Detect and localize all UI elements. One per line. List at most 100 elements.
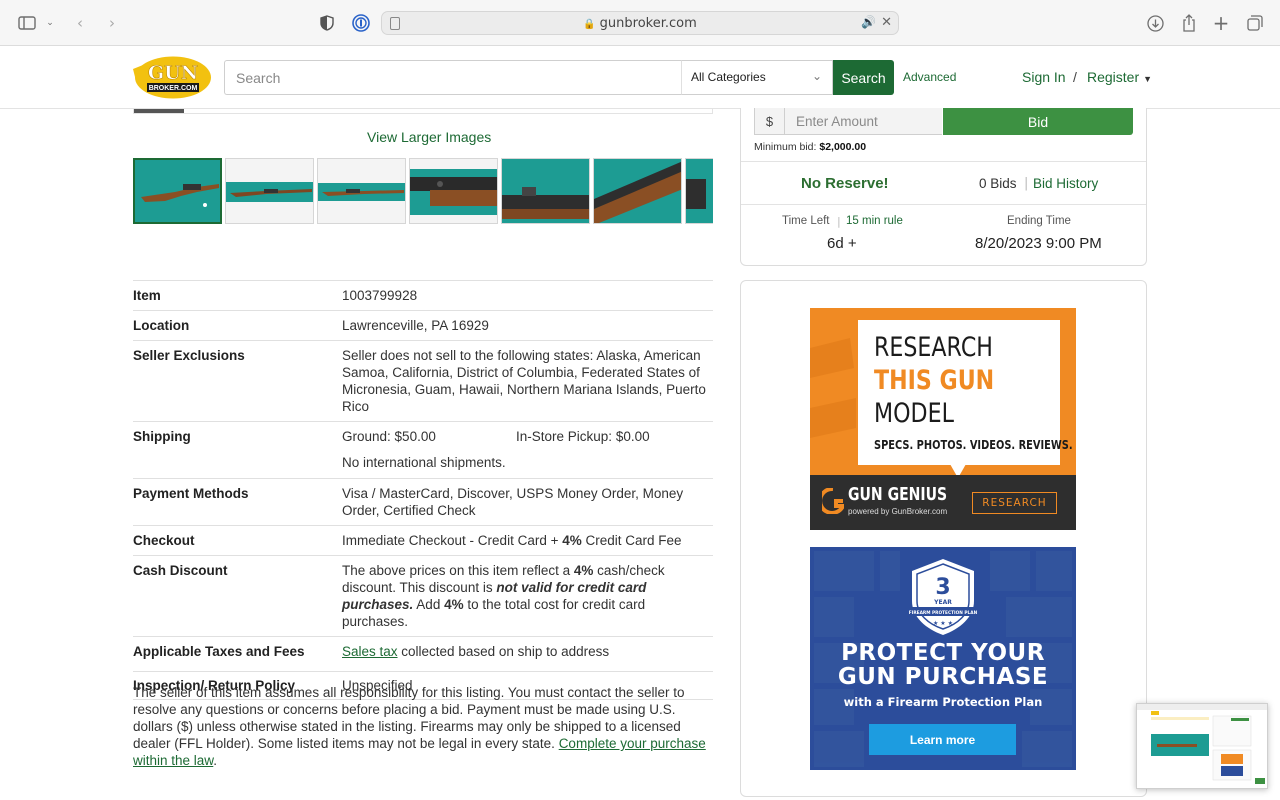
- svg-text:BROKER.COM: BROKER.COM: [149, 85, 198, 92]
- screenshot-preview-image-icon: [1137, 704, 1267, 788]
- main-image-frame: [133, 109, 713, 114]
- search-button[interactable]: Search: [833, 60, 894, 95]
- divider: |: [1024, 176, 1029, 191]
- detail-row-taxes: Applicable Taxes and Fees Sales tax coll…: [133, 636, 713, 671]
- address-bar[interactable]: 🔒 gunbroker.com 🔊 ✕: [381, 11, 899, 35]
- category-select-value: All Categories: [691, 70, 766, 84]
- shipping-ground: Ground: $50.00: [342, 428, 516, 445]
- cash-pct: 4%: [573, 563, 594, 578]
- ad-headline: RESEARCH: [874, 332, 993, 363]
- back-icon[interactable]: ‹: [69, 12, 91, 34]
- detail-row-shipping: Shipping Ground: $50.00 In-Store Pickup:…: [133, 421, 713, 478]
- shipping-options: Ground: $50.00 In-Store Pickup: $0.00: [342, 428, 713, 445]
- ad-footer-band: GUN GENIUS powered by GunBroker.com RESE…: [810, 475, 1076, 530]
- thumbnail-3[interactable]: [317, 158, 406, 224]
- sidebar-toggle-icon[interactable]: [16, 12, 38, 34]
- close-tab-icon[interactable]: ✕: [881, 15, 892, 30]
- svg-text:GUN: GUN: [148, 62, 198, 84]
- time-left-value: 6d +: [827, 235, 857, 252]
- minimum-bid-label: Minimum bid:: [754, 141, 817, 153]
- forward-icon[interactable]: ›: [101, 12, 123, 34]
- payment-value: Visa / MasterCard, Discover, USPS Money …: [342, 486, 684, 518]
- detail-row-item: Item 1003799928: [133, 280, 713, 310]
- shield-icon[interactable]: [316, 12, 338, 34]
- bid-amount-group: $: [754, 108, 942, 135]
- ad-brand-sub: powered by GunBroker.com: [848, 507, 948, 516]
- bid-button[interactable]: Bid: [943, 108, 1133, 135]
- legal-disclaimer: The seller of this item assumes all resp…: [133, 684, 713, 769]
- item-number: 1003799928: [342, 288, 418, 303]
- shipping-value: Ground: $50.00 In-Store Pickup: $0.00 No…: [342, 428, 713, 471]
- gun-genius-logo-icon: [822, 488, 844, 514]
- search-input[interactable]: [224, 60, 682, 95]
- fifteen-min-rule-link[interactable]: 15 min rule: [846, 215, 903, 227]
- svg-text:YEAR: YEAR: [933, 599, 952, 606]
- view-larger-images-link[interactable]: View Larger Images: [367, 129, 491, 145]
- chevron-down-icon: ⌄: [811, 69, 822, 83]
- new-tab-icon[interactable]: +: [1210, 11, 1232, 35]
- location-value: Lawrenceville, PA 16929: [342, 318, 489, 333]
- svg-text:★ ★ ★: ★ ★ ★: [933, 620, 953, 627]
- password-manager-icon[interactable]: [350, 12, 372, 34]
- bids-count: 0 Bids: [979, 176, 1017, 191]
- screenshot-preview[interactable]: [1136, 703, 1268, 789]
- shipping-ground-price: $50.00: [394, 429, 436, 444]
- detail-row-checkout: Checkout Immediate Checkout - Credit Car…: [133, 525, 713, 555]
- gun-genius-ad[interactable]: RESEARCH THIS GUN MODEL SPECS. PHOTOS. V…: [810, 308, 1076, 530]
- register-link[interactable]: Register ▼: [1087, 69, 1152, 85]
- category-select[interactable]: All Categories ⌄: [681, 60, 833, 95]
- currency-symbol: $: [755, 108, 785, 134]
- shipping-pickup-price: $0.00: [615, 429, 650, 444]
- chevron-down-icon[interactable]: ⌄: [39, 12, 61, 34]
- divider: |: [837, 215, 841, 228]
- site-header: GUN BROKER.COM All Categories ⌄ Search A…: [0, 46, 1280, 109]
- thumbnail-5[interactable]: [501, 158, 590, 224]
- ad-headline: THIS GUN: [874, 365, 995, 396]
- detail-label: Shipping: [133, 429, 191, 444]
- detail-row-payment: Payment Methods Visa / MasterCard, Disco…: [133, 478, 713, 525]
- thumbnail-6[interactable]: [593, 158, 682, 224]
- minimum-bid-value: $2,000.00: [819, 141, 867, 153]
- svg-text:3: 3: [935, 575, 950, 600]
- detail-label: Applicable Taxes and Fees: [133, 644, 305, 659]
- auth-separator: /: [1073, 69, 1077, 85]
- thumbnail-4[interactable]: [409, 158, 498, 224]
- advanced-search-link[interactable]: Advanced: [903, 70, 956, 84]
- thumbnail-2[interactable]: [225, 158, 314, 224]
- protection-badge-icon: 3 YEAR FIREARM PROTECTION PLAN ★ ★ ★: [902, 559, 984, 635]
- tab-overview-icon[interactable]: [1244, 12, 1266, 34]
- cash-text: Add: [413, 597, 445, 612]
- no-reserve-label: No Reserve!: [801, 175, 889, 192]
- bid-amount-input[interactable]: [786, 108, 942, 134]
- protection-plan-ad[interactable]: 3 YEAR FIREARM PROTECTION PLAN ★ ★ ★ PRO…: [810, 547, 1076, 770]
- detail-label: Cash Discount: [133, 563, 228, 578]
- detail-label: Payment Methods: [133, 486, 249, 501]
- ending-time-value: 8/20/2023 9:00 PM: [975, 235, 1102, 252]
- ad-headline: MODEL: [874, 398, 954, 429]
- share-icon[interactable]: [1178, 12, 1200, 34]
- lock-icon: 🔒: [583, 19, 596, 30]
- research-button[interactable]: RESEARCH: [972, 492, 1057, 514]
- sign-in-link[interactable]: Sign In: [1022, 69, 1066, 85]
- sales-tax-link[interactable]: Sales tax: [342, 644, 398, 659]
- divider: [741, 204, 1146, 205]
- divider: [741, 161, 1146, 162]
- thumbnail-1[interactable]: [133, 158, 222, 224]
- thumbnail-strip: [133, 158, 713, 225]
- register-label: Register: [1087, 69, 1140, 85]
- ad-subhead: with a Firearm Protection Plan: [843, 695, 1043, 709]
- download-icon[interactable]: [1144, 12, 1166, 34]
- checkout-pct: 4%: [562, 533, 582, 548]
- thumbnail-7[interactable]: [685, 158, 713, 224]
- cash-text: The above prices on this item reflect a: [342, 563, 574, 578]
- learn-more-button[interactable]: Learn more: [869, 724, 1016, 755]
- detail-label: Location: [133, 318, 190, 333]
- ad-headline-line: GUN PURCHASE: [837, 664, 1049, 690]
- ad-subhead: SPECS. PHOTOS. VIDEOS. REVIEWS.: [874, 438, 1073, 452]
- detail-label: Checkout: [133, 533, 195, 548]
- bid-history-link[interactable]: Bid History: [1033, 176, 1098, 191]
- speaker-icon[interactable]: 🔊: [861, 15, 876, 29]
- checkout-value: Immediate Checkout - Credit Card + 4% Cr…: [342, 532, 713, 549]
- gunbroker-logo[interactable]: GUN BROKER.COM: [133, 55, 212, 100]
- svg-text:FIREARM PROTECTION PLAN: FIREARM PROTECTION PLAN: [909, 610, 978, 616]
